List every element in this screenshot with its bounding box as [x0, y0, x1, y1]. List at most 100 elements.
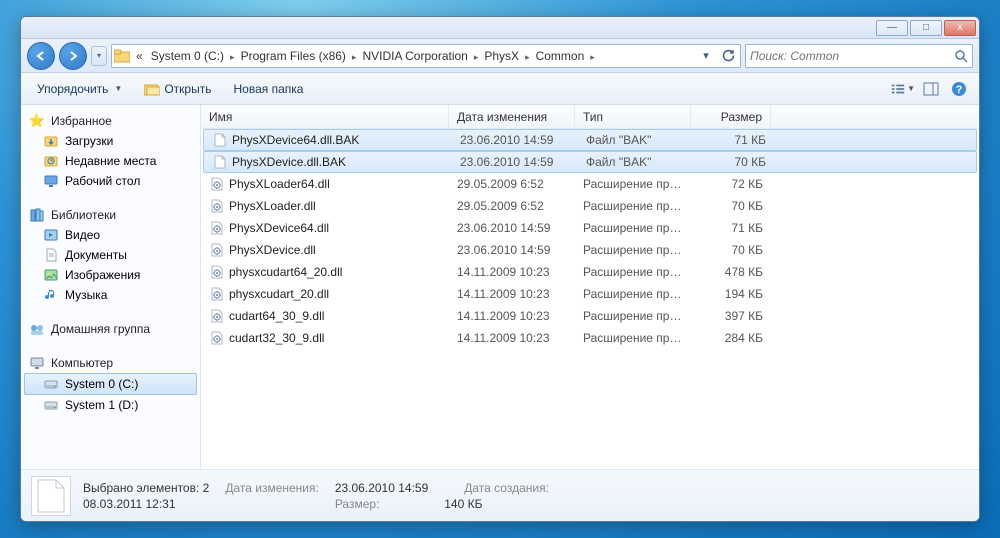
address-bar[interactable]: « System 0 (C:)▸Program Files (x86)▸NVID… — [111, 44, 741, 68]
status-file-icon — [31, 476, 71, 516]
dll-icon — [209, 264, 225, 280]
col-size[interactable]: Размер — [691, 105, 771, 128]
status-mod-label: Дата изменения: — [225, 481, 319, 495]
file-date: 23.06.2010 14:59 — [452, 133, 578, 147]
status-size-label: Размер: — [335, 497, 428, 511]
recent-icon — [43, 153, 59, 169]
preview-pane-button[interactable] — [919, 78, 943, 100]
file-size: 70 КБ — [694, 155, 774, 169]
sidebar-homegroup-group: Домашняя группа — [21, 319, 200, 339]
file-row[interactable]: PhysXLoader.dll29.05.2009 6:52Расширение… — [201, 195, 979, 217]
star-icon: ⭐ — [29, 113, 45, 129]
crumb-2[interactable]: NVIDIA Corporation — [358, 49, 471, 63]
crumb-3[interactable]: PhysX — [480, 49, 523, 63]
file-size: 194 КБ — [691, 287, 771, 301]
search-box[interactable] — [745, 44, 973, 68]
file-name: cudart32_30_9.dll — [229, 331, 324, 345]
file-row[interactable]: PhysXDevice.dll23.06.2010 14:59Расширени… — [201, 239, 979, 261]
view-options-button[interactable]: ▼ — [891, 78, 915, 100]
file-date: 23.06.2010 14:59 — [452, 155, 578, 169]
file-row[interactable]: PhysXLoader64.dll29.05.2009 6:52Расширен… — [201, 173, 979, 195]
open-icon — [144, 81, 160, 97]
file-row[interactable]: cudart64_30_9.dll14.11.2009 10:23Расшире… — [201, 305, 979, 327]
dll-icon — [209, 198, 225, 214]
file-type: Расширение при... — [575, 177, 691, 191]
col-type[interactable]: Тип — [575, 105, 691, 128]
file-list[interactable]: PhysXDevice64.dll.BAK23.06.2010 14:59Фай… — [201, 129, 979, 469]
file-row[interactable]: PhysXDevice64.dll.BAK23.06.2010 14:59Фай… — [203, 129, 977, 151]
sidebar-libraries-group: Библиотеки ВидеоДокументыИзображения Музы… — [21, 205, 200, 305]
status-mod-value: 23.06.2010 14:59 — [335, 481, 428, 495]
forward-button[interactable] — [59, 42, 87, 70]
refresh-button[interactable] — [718, 46, 738, 66]
crumb-1[interactable]: Program Files (x86) — [237, 49, 350, 63]
maximize-button[interactable]: □ — [910, 20, 942, 36]
sidebar-homegroup-head[interactable]: Домашняя группа — [21, 319, 200, 339]
crumb-arrow-icon[interactable]: ▸ — [228, 52, 237, 62]
sidebar-item[interactable]: Недавние места — [21, 151, 200, 171]
back-button[interactable] — [27, 42, 55, 70]
file-name: cudart64_30_9.dll — [229, 309, 324, 323]
sidebar-item-label: Музыка — [65, 288, 107, 302]
organize-label: Упорядочить — [37, 82, 108, 96]
address-dropdown[interactable]: ▾ — [696, 46, 716, 66]
new-folder-button[interactable]: Новая папка — [225, 79, 311, 99]
crumb-4[interactable]: Common — [532, 49, 589, 63]
file-name: PhysXDevice.dll.BAK — [232, 155, 346, 169]
search-icon[interactable] — [954, 49, 968, 63]
open-label: Открыть — [164, 82, 211, 96]
sidebar-item[interactable]: Загрузки — [21, 131, 200, 151]
sidebar-item[interactable]: Музыка — [21, 285, 200, 305]
crumb-arrow-icon[interactable]: ▸ — [588, 52, 597, 62]
file-row[interactable]: PhysXDevice64.dll23.06.2010 14:59Расшире… — [201, 217, 979, 239]
drive-icon — [43, 376, 59, 392]
col-name[interactable]: Имя — [201, 105, 449, 128]
file-type: Расширение при... — [575, 331, 691, 345]
crumb-prefix[interactable]: « — [132, 49, 147, 63]
file-name: PhysXDevice64.dll — [229, 221, 329, 235]
sidebar-item[interactable]: Рабочий стол — [21, 171, 200, 191]
col-date[interactable]: Дата изменения — [449, 105, 575, 128]
titlebar[interactable]: — □ x — [21, 17, 979, 39]
file-row[interactable]: PhysXDevice.dll.BAK23.06.2010 14:59Файл … — [203, 151, 977, 173]
history-dropdown[interactable]: ▾ — [91, 46, 107, 66]
dll-icon — [209, 308, 225, 324]
file-date: 14.11.2009 10:23 — [449, 331, 575, 345]
status-bar: Выбрано элементов: 2 Дата изменения: 23.… — [21, 469, 979, 521]
close-button[interactable]: x — [944, 20, 976, 36]
sidebar-favorites-label: Избранное — [51, 114, 112, 128]
file-row[interactable]: physxcudart64_20.dll14.11.2009 10:23Расш… — [201, 261, 979, 283]
open-button[interactable]: Открыть — [136, 78, 219, 100]
file-row[interactable]: cudart32_30_9.dll 14.11.2009 10:23Расшире… — [201, 327, 979, 349]
organize-button[interactable]: Упорядочить▼ — [29, 79, 130, 99]
minimize-button[interactable]: — — [876, 20, 908, 36]
sidebar-item[interactable]: System 0 (C:) — [24, 373, 197, 395]
search-input[interactable] — [750, 49, 954, 63]
folder-icon — [112, 47, 132, 65]
status-title: Выбрано элементов: 2 — [83, 481, 209, 495]
computer-icon — [29, 355, 45, 371]
file-name: PhysXDevice.dll — [229, 243, 316, 257]
file-name: PhysXDevice64.dll.BAK — [232, 133, 359, 147]
help-button[interactable]: ? — [947, 78, 971, 100]
file-type: Расширение при... — [575, 221, 691, 235]
homegroup-icon — [29, 321, 45, 337]
file-type: Расширение при... — [575, 265, 691, 279]
sidebar-libraries-head[interactable]: Библиотеки — [21, 205, 200, 225]
sidebar-computer-head[interactable]: Компьютер — [21, 353, 200, 373]
file-size: 71 КБ — [691, 221, 771, 235]
sidebar-favorites-head[interactable]: ⭐ Избранное — [21, 111, 200, 131]
sidebar-item[interactable]: System 1 (D:) — [21, 395, 200, 415]
status-size-value: 140 КБ — [444, 497, 549, 511]
file-type: Расширение при... — [575, 287, 691, 301]
dll-icon — [209, 286, 225, 302]
sidebar-item[interactable]: Видео — [21, 225, 200, 245]
file-size: 397 КБ — [691, 309, 771, 323]
sidebar-item[interactable]: Документы — [21, 245, 200, 265]
file-row[interactable]: physxcudart_20.dll14.11.2009 10:23Расшир… — [201, 283, 979, 305]
crumb-0[interactable]: System 0 (C:) — [147, 49, 228, 63]
crumb-arrow-icon[interactable]: ▸ — [523, 52, 532, 62]
status-created-value: 08.03.2011 12:31 — [83, 497, 209, 511]
sidebar[interactable]: ⭐ Избранное ЗагрузкиНедавние местаРабочи… — [21, 105, 201, 469]
sidebar-item[interactable]: Изображения — [21, 265, 200, 285]
